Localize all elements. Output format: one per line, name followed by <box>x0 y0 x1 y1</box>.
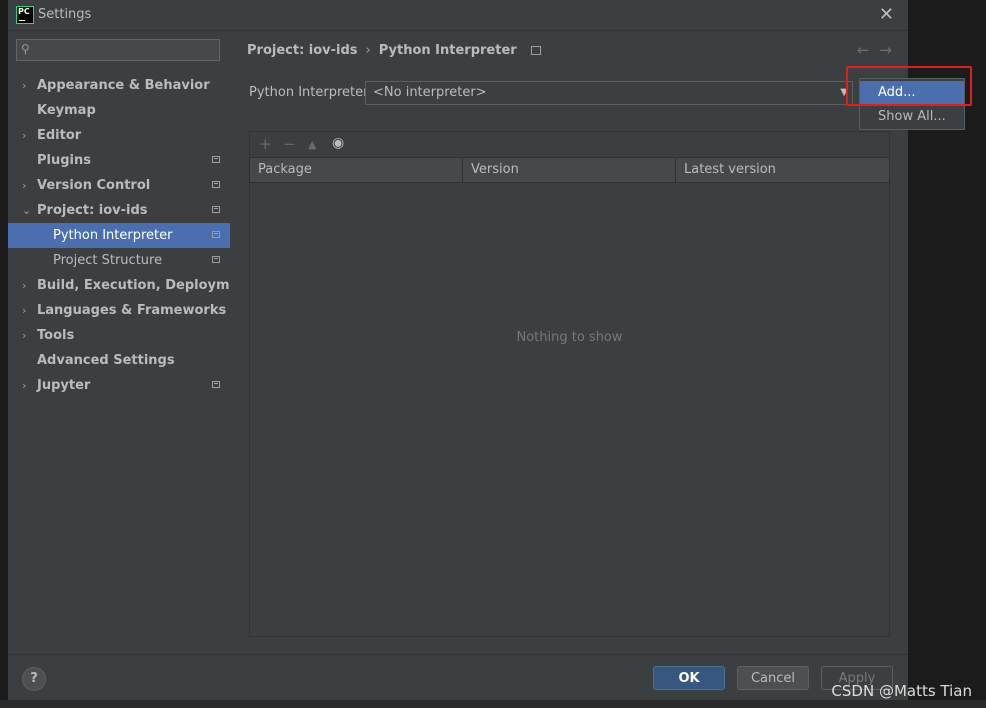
sidebar-item-version-control[interactable]: › Version Control <box>8 173 230 198</box>
search-input[interactable]: ⚲ <box>16 39 220 61</box>
ok-button[interactable]: OK <box>653 666 725 690</box>
sidebar-item-label: Build, Execution, Deployment <box>37 278 254 293</box>
dialog-button-bar: ? OK Cancel Apply <box>8 654 908 701</box>
sidebar-item-label: Project: iov-ids <box>37 203 148 218</box>
chevron-right-icon: › <box>22 304 27 317</box>
help-button[interactable]: ? <box>22 667 46 691</box>
back-arrow-icon[interactable]: ← <box>857 41 870 59</box>
add-package-icon[interactable]: + <box>259 135 272 153</box>
sidebar-item-appearance[interactable]: › Appearance & Behavior <box>8 73 230 98</box>
packages-panel: + − ▲ ◉ Package Version Latest version N… <box>249 131 890 637</box>
sidebar-item-advanced[interactable]: Advanced Settings <box>8 348 230 373</box>
chevron-right-icon: › <box>22 329 27 342</box>
sidebar-item-tools[interactable]: › Tools <box>8 323 230 348</box>
settings-sidebar: ⚲ › Appearance & Behavior Keymap › Edito… <box>8 31 254 654</box>
search-icon: ⚲ <box>21 42 30 56</box>
logo-text: PC <box>18 7 30 16</box>
project-level-icon <box>212 156 220 163</box>
settings-content: Project: iov-ids › Python Interpreter ← → P… <box>230 31 908 654</box>
chevron-right-icon: › <box>22 379 27 392</box>
sidebar-item-label: Advanced Settings <box>37 353 175 368</box>
cancel-button[interactable]: Cancel <box>737 666 809 690</box>
sidebar-item-build[interactable]: › Build, Execution, Deployment <box>8 273 254 298</box>
interpreter-label: Python Interpreter: <box>249 85 373 100</box>
sidebar-item-project[interactable]: ⌄ Project: iov-ids <box>8 198 230 223</box>
nav-arrows: ← → <box>847 41 892 59</box>
eye-icon[interactable]: ◉ <box>332 135 344 151</box>
sidebar-item-label: Jupyter <box>37 378 91 393</box>
sidebar-item-python-interpreter[interactable]: Python Interpreter <box>8 223 230 248</box>
sidebar-item-label: Tools <box>37 328 75 343</box>
upgrade-package-icon[interactable]: ▲ <box>308 138 316 151</box>
settings-tree: › Appearance & Behavior Keymap › Editor … <box>8 73 254 398</box>
chevron-down-icon: ⌄ <box>22 204 32 217</box>
settings-dialog: PC Settings ✕ ⚲ › Appearance & Behavior … <box>8 0 908 701</box>
sidebar-item-jupyter[interactable]: › Jupyter <box>8 373 230 398</box>
chevron-right-icon: › <box>22 79 27 92</box>
remove-package-icon[interactable]: − <box>283 135 296 153</box>
column-latest-version[interactable]: Latest version <box>676 158 889 182</box>
sidebar-item-label: Plugins <box>37 153 91 168</box>
interpreter-value: <No interpreter> <box>373 85 487 100</box>
sidebar-item-label: Keymap <box>37 103 96 118</box>
annotation-highlight-box <box>846 66 972 106</box>
sidebar-item-label: Python Interpreter <box>53 228 173 243</box>
chevron-right-icon: › <box>22 129 27 142</box>
breadcrumb: Project: iov-ids › Python Interpreter <box>247 43 541 58</box>
close-icon[interactable]: ✕ <box>879 4 894 25</box>
breadcrumb-project[interactable]: Project: iov-ids <box>247 43 358 58</box>
chevron-right-icon: › <box>22 179 27 192</box>
project-level-icon <box>212 231 220 238</box>
watermark: CSDN @Matts Tian <box>831 682 972 700</box>
sidebar-item-project-structure[interactable]: Project Structure <box>8 248 230 273</box>
breadcrumb-page: Python Interpreter <box>378 43 517 58</box>
project-level-icon <box>212 256 220 263</box>
breadcrumb-separator-icon: › <box>365 43 371 58</box>
project-level-icon <box>212 381 220 388</box>
forward-arrow-icon[interactable]: → <box>879 41 892 59</box>
chevron-right-icon: › <box>22 279 27 292</box>
sidebar-item-editor[interactable]: › Editor <box>8 123 230 148</box>
window-title: Settings <box>38 7 92 22</box>
title-bar: PC Settings ✕ <box>8 0 908 31</box>
sidebar-item-label: Languages & Frameworks <box>37 303 227 318</box>
empty-table-message: Nothing to show <box>516 330 623 345</box>
sidebar-item-label: Version Control <box>37 178 151 193</box>
packages-table: Package Version Latest version Nothing t… <box>250 157 889 636</box>
column-package[interactable]: Package <box>250 158 463 182</box>
project-level-icon <box>212 206 220 213</box>
ide-status-strip <box>0 700 986 708</box>
column-version[interactable]: Version <box>463 158 676 182</box>
sidebar-item-languages[interactable]: › Languages & Frameworks <box>8 298 230 323</box>
sidebar-item-plugins[interactable]: Plugins <box>8 148 230 173</box>
pycharm-logo-icon: PC <box>16 6 34 24</box>
sidebar-item-label: Appearance & Behavior <box>37 78 210 93</box>
sidebar-item-label: Editor <box>37 128 82 143</box>
project-level-icon <box>530 46 541 55</box>
sidebar-item-keymap[interactable]: Keymap <box>8 98 230 123</box>
menu-item-show-all[interactable]: Show All... <box>860 105 964 129</box>
packages-table-header: Package Version Latest version <box>250 157 889 183</box>
project-level-icon <box>212 181 220 188</box>
packages-toolbar: + − ▲ ◉ <box>250 132 889 157</box>
sidebar-item-label: Project Structure <box>53 253 163 268</box>
interpreter-select[interactable]: <No interpreter> ▼ <box>365 81 853 105</box>
